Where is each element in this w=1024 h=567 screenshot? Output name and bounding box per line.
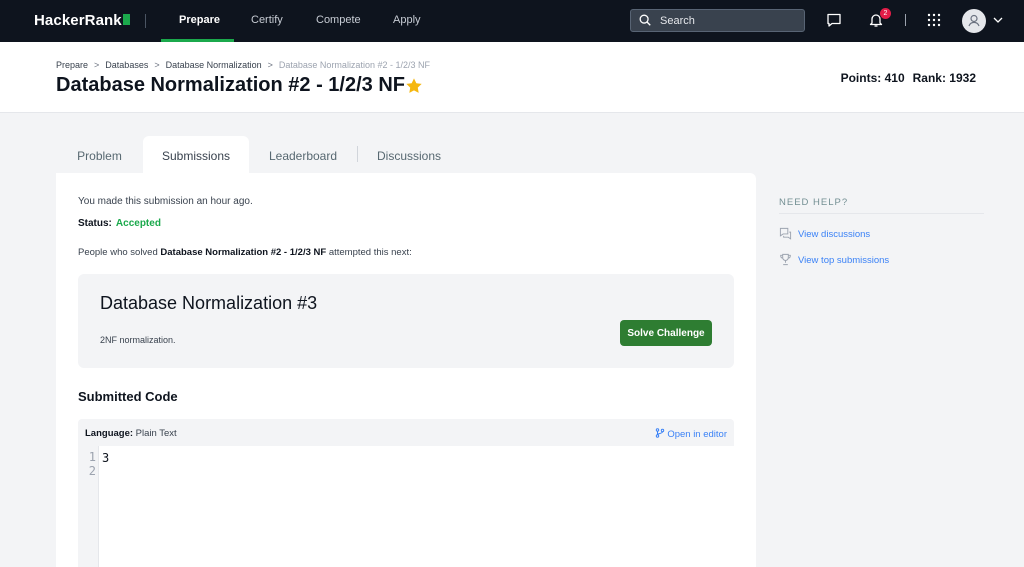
breadcrumb-database-normalization[interactable]: Database Normalization (166, 60, 262, 70)
next-challenge-card: Database Normalization #3 2NF normalizat… (78, 274, 734, 368)
avatar[interactable] (962, 9, 986, 33)
search-icon (639, 14, 651, 26)
notification-badge: 2 (880, 8, 891, 19)
user-icon (968, 14, 980, 27)
status-label: Status: (78, 218, 112, 229)
chat-icon[interactable] (826, 12, 842, 28)
chevron-down-icon[interactable] (992, 14, 1004, 26)
code-line: 3 (102, 451, 110, 465)
tab-problem[interactable]: Problem (56, 136, 143, 174)
tab-leaderboard[interactable]: Leaderboard (249, 136, 357, 174)
logo-square-icon (122, 14, 130, 25)
view-top-submissions-link[interactable]: View top submissions (779, 253, 889, 266)
tab-discussions[interactable]: Discussions (358, 136, 460, 174)
submission-status: Status: Accepted (78, 218, 161, 229)
next-challenge-title[interactable]: Database Normalization #3 (100, 293, 317, 314)
nav-separator (905, 14, 906, 26)
submission-panel: You made this submission an hour ago. St… (56, 173, 756, 567)
help-divider (779, 213, 984, 214)
points-value: Points: 410 (840, 71, 905, 85)
code-toolbar: Language: Plain Text Open in editor (78, 419, 734, 446)
tab-submissions[interactable]: Submissions (143, 136, 249, 174)
breadcrumb-current: Database Normalization #2 - 1/2/3 NF (278, 60, 430, 70)
branch-icon (656, 428, 665, 438)
solve-challenge-button[interactable]: Solve Challenge (620, 320, 712, 346)
chevron-right-icon: > (154, 60, 160, 70)
nav-link-prepare[interactable]: Prepare (179, 14, 220, 26)
top-nav: HackerRank Prepare Certify Compete Apply… (0, 0, 1024, 42)
nav-divider (145, 14, 146, 28)
discussion-icon (779, 227, 792, 240)
page-title: Database Normalization #2 - 1/2/3 NF (56, 74, 406, 96)
search-input[interactable]: Search (630, 9, 805, 32)
next-challenge-intro: People who solved Database Normalization… (78, 247, 412, 258)
submitted-code-heading: Submitted Code (78, 389, 178, 404)
search-placeholder: Search (660, 15, 695, 27)
status-badge: Accepted (115, 218, 161, 229)
chevron-right-icon: > (267, 60, 273, 70)
language-info: Language: Plain Text (85, 428, 177, 439)
nav-link-compete[interactable]: Compete (316, 14, 361, 26)
challenge-header: Prepare > Databases > Database Normalization… (0, 42, 1024, 113)
open-in-editor-link[interactable]: Open in editor (655, 428, 727, 440)
nav-link-apply[interactable]: Apply (393, 14, 421, 26)
language-value: Plain Text (135, 428, 177, 439)
breadcrumb-databases[interactable]: Databases (105, 60, 148, 70)
submission-message: You made this submission an hour ago. (78, 196, 253, 207)
breadcrumb: Prepare > Databases > Database Normalization… (56, 60, 430, 70)
solved-challenge-name: Database Normalization #2 - 1/2/3 NF (160, 247, 327, 258)
line-number: 2 (88, 464, 96, 478)
line-number: 1 (88, 450, 96, 464)
breadcrumb-prepare[interactable]: Prepare (56, 60, 88, 70)
trophy-icon (780, 253, 791, 266)
hackerrank-logo[interactable]: HackerRank (34, 12, 130, 29)
line-number-gutter: 1 2 (78, 446, 99, 567)
chevron-right-icon: > (94, 60, 100, 70)
nav-link-certify[interactable]: Certify (251, 14, 283, 26)
view-discussions-link[interactable]: View discussions (779, 227, 870, 240)
rank-value: Rank: 1932 (912, 71, 976, 85)
user-stats: Points: 410 Rank: 1932 (841, 71, 976, 85)
need-help-heading: NEED HELP? (779, 197, 849, 208)
apps-grid-icon[interactable] (926, 12, 942, 28)
star-icon[interactable] (405, 77, 423, 95)
next-challenge-description: 2NF normalization. (100, 335, 176, 345)
